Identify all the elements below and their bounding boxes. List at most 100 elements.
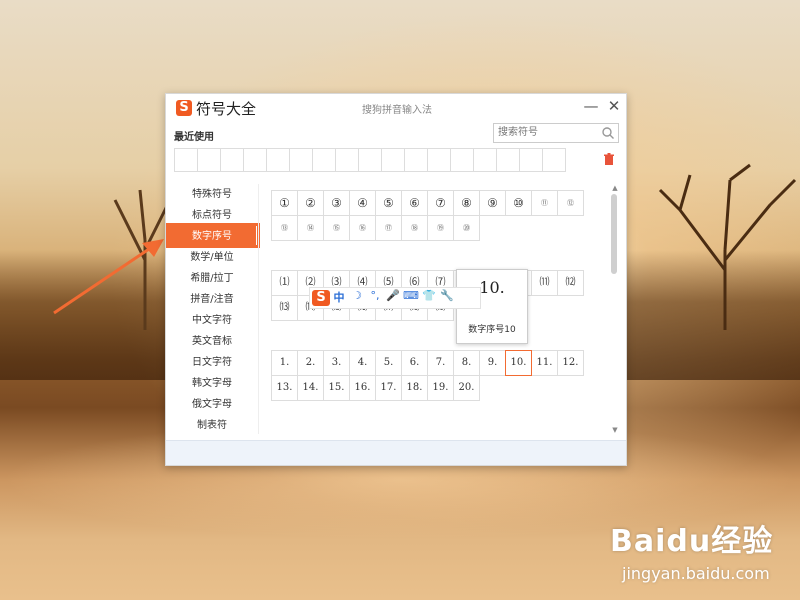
symbol-cell[interactable]: ① bbox=[271, 190, 298, 216]
symbol-cell[interactable]: 18. bbox=[401, 375, 428, 401]
symbol-cell[interactable]: 19. bbox=[427, 375, 454, 401]
recent-cell[interactable] bbox=[220, 148, 244, 172]
recent-cell[interactable] bbox=[427, 148, 451, 172]
sidebar-item-greek[interactable]: 希腊/拉丁 bbox=[168, 268, 256, 289]
symbol-cell[interactable]: ⑲ bbox=[427, 215, 454, 241]
symbol-cell[interactable]: 3. bbox=[323, 350, 350, 376]
symbol-cell[interactable]: 17. bbox=[375, 375, 402, 401]
symbol-cell[interactable]: 7. bbox=[427, 350, 454, 376]
symbol-cell[interactable]: 8. bbox=[453, 350, 480, 376]
symbol-cell[interactable]: ⑦ bbox=[427, 190, 454, 216]
symbol-cell[interactable]: 11. bbox=[531, 350, 558, 376]
sidebar-item-chinese[interactable]: 中文字符 bbox=[168, 310, 256, 331]
recent-cell[interactable] bbox=[404, 148, 428, 172]
search-box[interactable] bbox=[493, 123, 619, 143]
symbol-cell[interactable]: ⑳ bbox=[453, 215, 480, 241]
symbol-cell[interactable]: ④ bbox=[349, 190, 376, 216]
recent-cell[interactable] bbox=[496, 148, 520, 172]
symbol-cell[interactable]: ⑤ bbox=[375, 190, 402, 216]
watermark-url: jingyan.baidu.com bbox=[622, 564, 770, 583]
skin-icon[interactable]: 👕 bbox=[420, 289, 438, 307]
symbol-cell[interactable]: ⑱ bbox=[401, 215, 428, 241]
watermark-main: Baidu经验 bbox=[610, 524, 774, 559]
moon-icon[interactable]: ☽ bbox=[348, 289, 366, 307]
symbol-window: S 符号大全 搜狗拼音输入法 — ✕ 最近使用 搜索符号 特殊符号 标点符号 数… bbox=[165, 93, 627, 466]
symbol-cell[interactable]: 15. bbox=[323, 375, 350, 401]
recent-cell[interactable] bbox=[312, 148, 336, 172]
symbol-cell[interactable]: ② bbox=[297, 190, 324, 216]
punctuation-icon[interactable]: °, bbox=[366, 289, 384, 307]
symbol-cell[interactable]: 1. bbox=[271, 350, 298, 376]
symbol-cell[interactable]: ⑾ bbox=[531, 270, 558, 296]
recent-cell[interactable] bbox=[473, 148, 497, 172]
symbol-cell[interactable]: ⑩ bbox=[505, 190, 532, 216]
sidebar-item-box-drawing[interactable]: 制表符 bbox=[168, 415, 256, 436]
symbol-cell[interactable]: 12. bbox=[557, 350, 584, 376]
recent-cell[interactable] bbox=[358, 148, 382, 172]
sidebar-item-russian[interactable]: 俄文字母 bbox=[168, 394, 256, 415]
annotation-arrow bbox=[53, 239, 164, 315]
sogou-logo-icon: S bbox=[176, 100, 192, 116]
symbol-cell[interactable]: ⑴ bbox=[271, 270, 298, 296]
symbol-cell[interactable]: 14. bbox=[297, 375, 324, 401]
search-input[interactable] bbox=[498, 125, 598, 140]
symbol-cell[interactable]: 16. bbox=[349, 375, 376, 401]
recent-cell[interactable] bbox=[266, 148, 290, 172]
vertical-scrollbar[interactable]: ▲ ▼ bbox=[610, 184, 620, 434]
symbol-cell[interactable]: 6. bbox=[401, 350, 428, 376]
recent-label: 最近使用 bbox=[174, 132, 214, 143]
dotted-number-grid: 1. 2. 3. 4. 5. 6. 7. 8. 9. 10. 11. 12. 13. 14. 15. 16. 1… bbox=[271, 350, 601, 401]
minimize-button[interactable]: — bbox=[582, 97, 600, 115]
sidebar-item-phonetic[interactable]: 英文音标 bbox=[168, 331, 256, 352]
symbol-cell[interactable]: ⑬ bbox=[271, 215, 298, 241]
microphone-icon[interactable]: 🎤 bbox=[384, 289, 402, 307]
symbol-cell[interactable]: ⑥ bbox=[401, 190, 428, 216]
recent-cell[interactable] bbox=[197, 148, 221, 172]
close-button[interactable]: ✕ bbox=[605, 97, 623, 115]
recent-cell[interactable] bbox=[450, 148, 474, 172]
symbol-cell[interactable]: 9. bbox=[479, 350, 506, 376]
sidebar-item-japanese[interactable]: 日文字符 bbox=[168, 352, 256, 373]
recent-cell[interactable] bbox=[174, 148, 198, 172]
wrench-icon[interactable]: 🔧 bbox=[438, 289, 456, 307]
symbol-cell[interactable]: ⑪ bbox=[531, 190, 558, 216]
symbol-cell[interactable]: ⑿ bbox=[557, 270, 584, 296]
keyboard-icon[interactable]: ⌨ bbox=[402, 289, 420, 307]
scroll-up-arrow[interactable]: ▲ bbox=[610, 184, 620, 192]
symbol-cell[interactable]: ⑨ bbox=[479, 190, 506, 216]
symbol-cell[interactable]: ③ bbox=[323, 190, 350, 216]
symbol-cell[interactable]: 4. bbox=[349, 350, 376, 376]
symbol-cell[interactable]: 13. bbox=[271, 375, 298, 401]
search-icon[interactable] bbox=[601, 126, 615, 140]
symbol-grid-area: ①②③④⑤⑥⑦⑧⑨⑩⑪⑫⑬⑭⑮⑯⑰⑱⑲⑳ ⑴⑵⑶⑷⑸⑹⑺⑻⑼⑽⑾⑿⒀⒁⒂⒃⒄⒅⒆… bbox=[258, 184, 611, 434]
trash-icon[interactable] bbox=[603, 153, 615, 166]
recent-symbols-row bbox=[174, 148, 594, 172]
scroll-thumb[interactable] bbox=[611, 194, 617, 274]
symbol-cell[interactable]: ⑯ bbox=[349, 215, 376, 241]
sogou-ime-logo-icon[interactable]: S bbox=[312, 290, 330, 306]
scroll-down-arrow[interactable]: ▼ bbox=[610, 426, 620, 434]
symbol-cell[interactable]: ⑭ bbox=[297, 215, 324, 241]
recent-cell[interactable] bbox=[381, 148, 405, 172]
sidebar-item-punctuation[interactable]: 标点符号 bbox=[168, 205, 256, 226]
symbol-cell[interactable]: 10. bbox=[505, 350, 532, 376]
sidebar-item-numbers[interactable]: 数字序号 bbox=[168, 226, 256, 247]
sidebar-item-korean[interactable]: 韩文字母 bbox=[168, 373, 256, 394]
symbol-cell[interactable]: ⒀ bbox=[271, 295, 298, 321]
symbol-cell[interactable]: ⑰ bbox=[375, 215, 402, 241]
recent-cell[interactable] bbox=[542, 148, 566, 172]
symbol-cell[interactable]: ⑧ bbox=[453, 190, 480, 216]
symbol-cell[interactable]: 20. bbox=[453, 375, 480, 401]
sidebar-item-pinyin[interactable]: 拼音/注音 bbox=[168, 289, 256, 310]
symbol-cell[interactable]: ⑮ bbox=[323, 215, 350, 241]
recent-cell[interactable] bbox=[289, 148, 313, 172]
symbol-cell[interactable]: ⑫ bbox=[557, 190, 584, 216]
recent-cell[interactable] bbox=[519, 148, 543, 172]
symbol-cell[interactable]: 2. bbox=[297, 350, 324, 376]
symbol-cell[interactable]: 5. bbox=[375, 350, 402, 376]
sidebar-item-math[interactable]: 数学/单位 bbox=[168, 247, 256, 268]
recent-cell[interactable] bbox=[335, 148, 359, 172]
ime-chinese-mode-button[interactable]: 中 bbox=[330, 289, 348, 307]
sidebar-item-special[interactable]: 特殊符号 bbox=[168, 184, 256, 205]
recent-cell[interactable] bbox=[243, 148, 267, 172]
